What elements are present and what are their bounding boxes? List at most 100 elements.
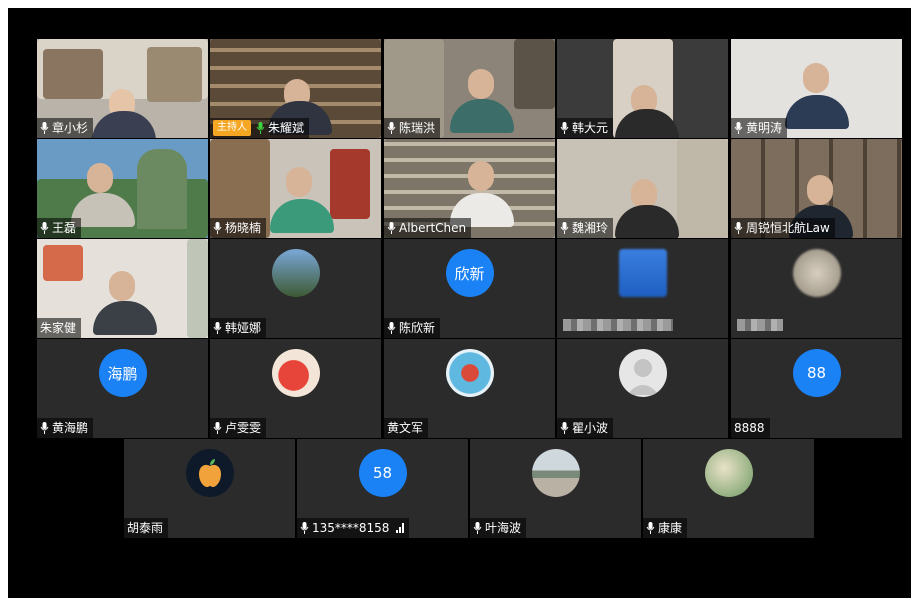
participant-label: 黄文军 — [384, 418, 429, 438]
apple-logo-avatar — [185, 449, 234, 497]
participant-avatar — [792, 249, 841, 297]
video-tile[interactable]: 韩娅娜 — [210, 239, 381, 338]
mic-icon — [40, 122, 49, 134]
mic-icon — [560, 122, 569, 134]
video-tile[interactable]: 瞿小波 — [557, 339, 728, 438]
video-tile[interactable]: 海鹏 黄海鹏 — [37, 339, 208, 438]
mic-icon — [560, 222, 569, 234]
participant-name: 朱耀斌 — [268, 121, 305, 135]
blurred-name — [737, 319, 783, 331]
participant-label: 卢雯雯 — [210, 418, 267, 438]
participant-name: 章小杉 — [52, 121, 89, 135]
participant-label: 胡泰雨 — [124, 518, 169, 538]
participant-name: 黄文军 — [387, 421, 424, 435]
mic-icon — [213, 422, 222, 434]
host-badge: 主持人 — [213, 120, 251, 136]
participant-name: 康康 — [658, 521, 683, 535]
participant-avatar — [271, 349, 320, 397]
mic-icon — [300, 522, 309, 534]
participant-name: 8888 — [734, 421, 765, 435]
signal-strength-icon — [396, 523, 405, 533]
video-tile[interactable]: 康康 — [643, 439, 814, 538]
meeting-gallery-view: 章小杉 主持人 朱耀斌 陈瑞洪 韩大元 黄明涛 王磊 杨晓楠 AlbertChe… — [8, 8, 911, 598]
video-tile[interactable] — [557, 239, 728, 338]
participant-label: 朱家健 — [37, 318, 82, 338]
mic-icon — [560, 422, 569, 434]
participant-label: 王磊 — [37, 218, 82, 238]
video-tile[interactable]: 58 135****8158 — [297, 439, 468, 538]
participant-avatar: 欣新 — [445, 249, 494, 297]
participant-label: 主持人 朱耀斌 — [210, 118, 310, 138]
mic-icon — [256, 122, 265, 134]
video-tile[interactable]: 陈瑞洪 — [384, 39, 555, 138]
mic-icon — [387, 122, 396, 134]
participant-avatar: 海鹏 — [98, 349, 147, 397]
participant-label: 章小杉 — [37, 118, 94, 138]
participant-name: 韩娅娜 — [225, 321, 262, 335]
video-tile[interactable]: 章小杉 — [37, 39, 208, 138]
participant-name: 黄明涛 — [746, 121, 783, 135]
video-tile[interactable]: 卢雯雯 — [210, 339, 381, 438]
participant-label: 杨晓楠 — [210, 218, 267, 238]
participant-avatar — [618, 249, 667, 297]
participant-name: AlbertChen — [399, 221, 467, 235]
participant-name: 朱家健 — [40, 321, 77, 335]
video-tile[interactable] — [731, 239, 902, 338]
participant-avatar: 88 — [792, 349, 841, 397]
mic-icon — [473, 522, 482, 534]
participant-name: 周锐恒北航Law — [746, 221, 830, 235]
participant-label: 韩大元 — [557, 118, 614, 138]
participant-avatar — [445, 349, 494, 397]
mic-icon — [734, 222, 743, 234]
participant-name: 陈瑞洪 — [399, 121, 436, 135]
participant-avatar — [704, 449, 753, 497]
participant-name: 王磊 — [52, 221, 77, 235]
video-tile[interactable]: 王磊 — [37, 139, 208, 238]
participant-label: 135****8158 — [297, 518, 410, 538]
video-tile[interactable]: 黄文军 — [384, 339, 555, 438]
video-tile[interactable]: 黄明涛 — [731, 39, 902, 138]
participant-label: 周锐恒北航Law — [731, 218, 835, 238]
participant-name: 135****8158 — [312, 521, 390, 535]
participant-label: 康康 — [643, 518, 688, 538]
mic-icon — [213, 322, 222, 334]
participant-name: 卢雯雯 — [225, 421, 262, 435]
video-tile[interactable]: 88 8888 — [731, 339, 902, 438]
video-tile[interactable]: 韩大元 — [557, 39, 728, 138]
participant-label: 黄海鹏 — [37, 418, 94, 438]
video-tile[interactable]: 主持人 朱耀斌 — [210, 39, 381, 138]
participant-name: 魏湘玲 — [572, 221, 609, 235]
participant-name: 瞿小波 — [572, 421, 609, 435]
mic-icon — [40, 222, 49, 234]
participant-label: 黄明涛 — [731, 118, 788, 138]
participant-label: AlbertChen — [384, 218, 472, 238]
participant-name: 陈欣新 — [399, 321, 436, 335]
video-tile[interactable]: AlbertChen — [384, 139, 555, 238]
default-avatar-icon — [618, 349, 667, 397]
video-tile[interactable]: 胡泰雨 — [124, 439, 295, 538]
participant-name: 韩大元 — [572, 121, 609, 135]
mic-icon — [646, 522, 655, 534]
participant-label: 叶海波 — [470, 518, 527, 538]
mic-icon — [40, 422, 49, 434]
video-tile[interactable]: 杨晓楠 — [210, 139, 381, 238]
video-tile[interactable]: 叶海波 — [470, 439, 641, 538]
participant-avatar — [531, 449, 580, 497]
mic-icon — [387, 322, 396, 334]
mic-icon — [213, 222, 222, 234]
participant-avatar — [271, 249, 320, 297]
participant-label: 韩娅娜 — [210, 318, 267, 338]
video-tile[interactable]: 魏湘玲 — [557, 139, 728, 238]
mic-icon — [734, 122, 743, 134]
participant-label: 瞿小波 — [557, 418, 614, 438]
blurred-name — [563, 319, 673, 331]
video-tile[interactable]: 朱家健 — [37, 239, 208, 338]
participant-name: 胡泰雨 — [127, 521, 164, 535]
participant-name: 杨晓楠 — [225, 221, 262, 235]
participant-name: 叶海波 — [485, 521, 522, 535]
video-tile[interactable]: 周锐恒北航Law — [731, 139, 902, 238]
participant-label: 8888 — [731, 418, 770, 438]
video-tile[interactable]: 欣新 陈欣新 — [384, 239, 555, 338]
participant-avatar: 58 — [358, 449, 407, 497]
participant-label: 陈瑞洪 — [384, 118, 441, 138]
